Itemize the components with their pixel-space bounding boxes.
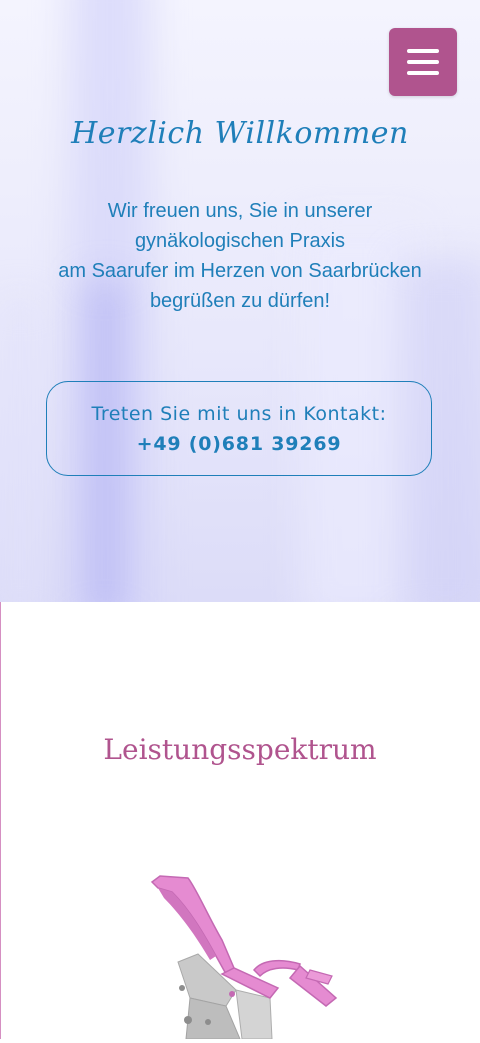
contact-box[interactable]: Treten Sie mit uns in Kontakt: +49 (0)68… [46, 381, 432, 476]
contact-label: Treten Sie mit uns in Kontakt: [91, 403, 387, 425]
gynecological-chair-icon [150, 870, 350, 1040]
welcome-title: Herzlich Willkommen [71, 116, 409, 151]
intro-line: am Saarufer im Herzen von Saarbrücken [58, 260, 422, 282]
phone-link[interactable]: +49 (0)681 39269 [47, 433, 431, 455]
hero-background-light [0, 300, 40, 602]
hamburger-menu-icon [407, 71, 439, 75]
hamburger-menu-icon [407, 49, 439, 53]
hamburger-menu-button[interactable] [389, 28, 457, 96]
services-title: Leistungsspektrum [103, 733, 377, 766]
intro-line: gynäkologischen Praxis [134, 230, 346, 252]
intro-line: begrüßen zu dürfen! [149, 290, 331, 312]
intro-line: Wir freuen uns, Sie in unserer [107, 200, 373, 222]
hamburger-menu-icon [407, 60, 439, 64]
intro-text: Wir freuen uns, Sie in unserer gynäkolog… [20, 196, 460, 316]
